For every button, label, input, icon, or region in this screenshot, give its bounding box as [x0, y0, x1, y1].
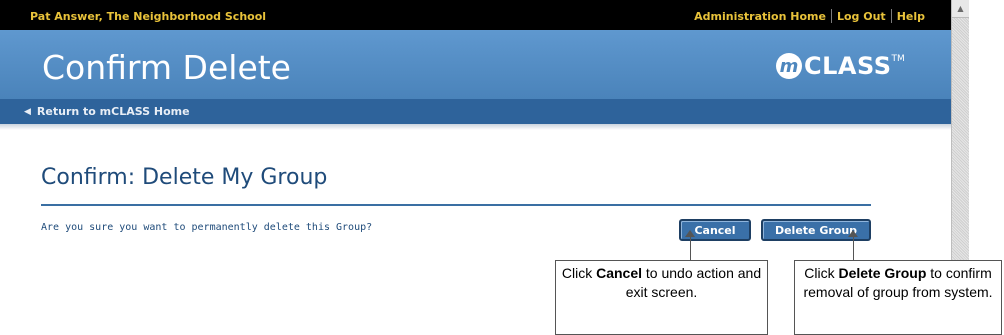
callout-bold-text: Delete Group — [838, 265, 927, 281]
logo-text: CLASS — [804, 52, 892, 80]
page-title: Confirm: Delete My Group — [41, 165, 328, 190]
callout-bold-text: Cancel — [596, 265, 643, 281]
cancel-callout: Click Cancel to undo action and exit scr… — [555, 260, 768, 335]
callout-text: to undo action and exit screen. — [625, 265, 762, 300]
callout-text: Click — [804, 265, 839, 281]
return-home-label: Return to mCLASS Home — [36, 105, 190, 118]
administration-home-link[interactable]: Administration Home — [694, 10, 826, 24]
return-home-link[interactable]: ◀ Return to mCLASS Home — [24, 105, 190, 118]
scroll-up-icon[interactable]: ▲ — [952, 0, 969, 18]
vertical-scrollbar[interactable]: ▲ — [951, 0, 969, 270]
title-divider — [41, 204, 871, 206]
callout-arrow-icon — [685, 230, 695, 237]
top-links: Administration Home Log Out Help — [694, 9, 925, 24]
left-triangle-icon: ◀ — [24, 106, 31, 117]
callout-text: Click — [561, 265, 597, 281]
user-school-label: Pat Answer, The Neighborhood School — [30, 10, 267, 23]
header-title: Confirm Delete — [42, 48, 291, 87]
top-bar: Pat Answer, The Neighborhood School Admi… — [0, 0, 951, 30]
sub-navigation: ◀ Return to mCLASS Home — [0, 99, 951, 124]
header-shadow — [0, 124, 951, 130]
callout-arrow-icon — [848, 230, 858, 237]
mclass-logo: m CLASS TM — [776, 52, 905, 80]
logo-mark: m — [776, 53, 802, 79]
log-out-link[interactable]: Log Out — [837, 10, 886, 24]
link-divider — [830, 9, 832, 23]
confirm-question: Are you sure you want to permanently del… — [41, 222, 373, 233]
help-link[interactable]: Help — [897, 10, 925, 24]
logo-trademark: TM — [891, 54, 905, 64]
link-divider — [890, 9, 892, 23]
callout-pointer — [690, 236, 691, 260]
page-header: Confirm Delete m CLASS TM — [0, 30, 951, 99]
callout-pointer — [853, 236, 854, 260]
delete-callout: Click Delete Group to confirm removal of… — [794, 260, 1002, 335]
